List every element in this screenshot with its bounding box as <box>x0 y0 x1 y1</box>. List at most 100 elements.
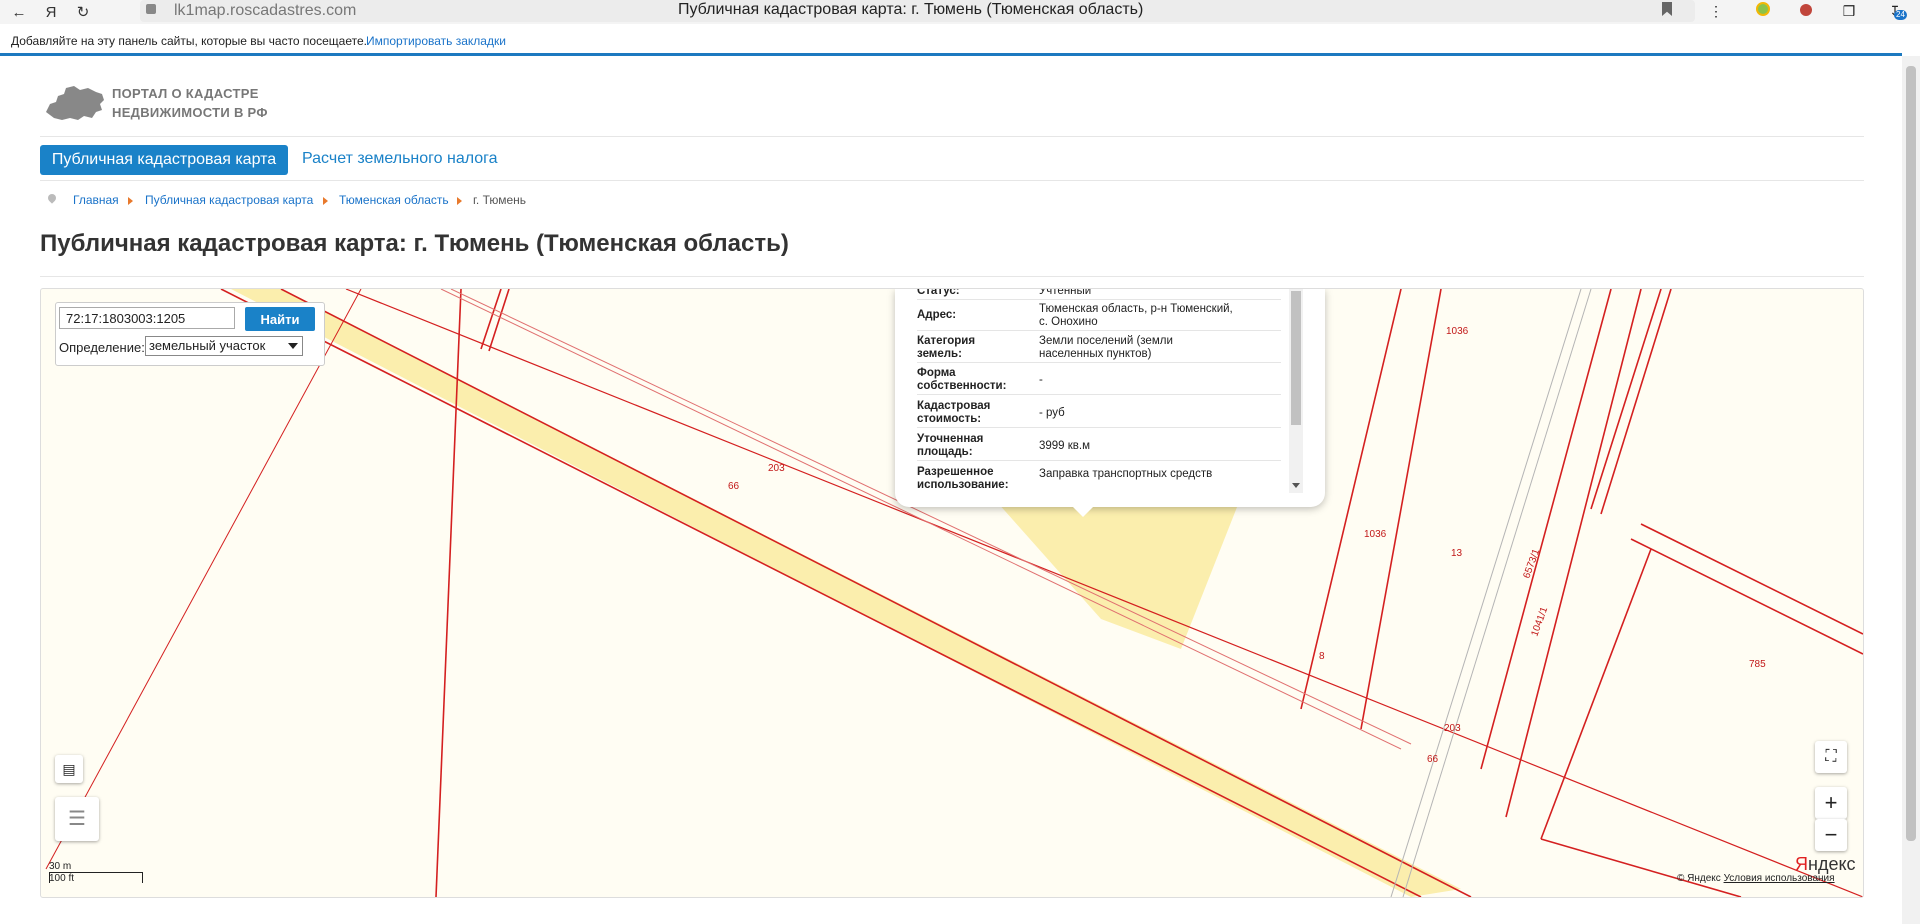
find-button[interactable]: Найти <box>245 307 315 331</box>
popup-pointer <box>1071 505 1095 517</box>
breadcrumb-home[interactable]: Главная <box>73 193 119 207</box>
parcel-boundary <box>1505 289 1642 818</box>
popup-value: - <box>1039 374 1043 386</box>
bookmarks-hint: Добавляйте на эту панель сайты, которые … <box>11 34 367 48</box>
popup-row-category: Категория земель: Земли поселений (земли н… <box>917 334 1281 363</box>
map-scale: 30 m 100 ft <box>49 861 143 884</box>
cadastral-map[interactable]: 54 203 66 1036 1036 13 6573/1 1041/1 8 7… <box>40 288 1864 898</box>
page-scrollbar-thumb[interactable] <box>1906 66 1916 841</box>
popup-row-usage: Разрешенное использование: Заправка транс… <box>917 465 1281 493</box>
ruler-icon[interactable]: ▤ <box>55 755 83 783</box>
tabs-divider <box>40 180 1864 181</box>
parcel-label: 1041/1 <box>1529 605 1550 638</box>
tab-land-tax[interactable]: Расчет земельного налога <box>302 150 498 168</box>
popup-value: Земли поселений (земли населенных пунктов… <box>1039 335 1173 360</box>
terms-link[interactable]: Условия использования <box>1724 873 1835 884</box>
map-copyright: © Яндекс Условия использования <box>1677 873 1835 884</box>
popup-row-ownership: Форма собственности: - <box>917 366 1281 395</box>
yandex-home-icon[interactable]: Я <box>38 0 64 24</box>
page-top-border <box>0 53 1902 56</box>
breadcrumb-city: г. Тюмень <box>473 193 527 207</box>
yandex-logo-rest: ндекс <box>1808 854 1856 874</box>
definition-label: Определение: <box>59 340 145 355</box>
breadcrumb-arrow-icon <box>323 197 328 205</box>
scale-feet: 100 ft <box>49 873 75 884</box>
copyright-text: © Яндекс <box>1677 873 1721 884</box>
location-pin-icon <box>46 192 58 204</box>
breadcrumb-arrow-icon <box>457 197 462 205</box>
menu-dots-icon[interactable]: ⋮ <box>1707 2 1725 20</box>
logo-line-2: НЕДВИЖИМОСТИ В РФ <box>112 105 268 120</box>
parcel-boundary <box>45 289 362 870</box>
scale-meters: 30 m <box>49 861 72 872</box>
downloads-badge: 24 <box>1894 10 1907 20</box>
header-divider <box>40 136 1864 137</box>
scroll-down-arrow-icon[interactable] <box>1292 483 1300 488</box>
parcel-boundary <box>1640 523 1863 635</box>
extension-avatar-icon[interactable] <box>1797 2 1815 20</box>
zoom-in-button[interactable]: + <box>1815 787 1847 819</box>
parcel-boundary <box>1630 538 1863 655</box>
popup-scrollbar[interactable] <box>1289 289 1303 493</box>
parcel-boundary <box>1480 289 1612 770</box>
cadastral-number-input[interactable] <box>59 307 235 329</box>
popup-scrollbar-thumb[interactable] <box>1291 291 1301 425</box>
popup-key: Кадастровая стоимость: <box>917 400 991 425</box>
breadcrumb-cadastral-map[interactable]: Публичная кадастровая карта <box>145 193 313 207</box>
parcel-info-popup: Статус: Учтенный Адрес: Тюменская област… <box>895 289 1325 507</box>
parcel-label: 66 <box>1427 754 1439 765</box>
popup-value: Тюменская область, р-н Тюменский, с. Онох… <box>1039 303 1233 328</box>
url-text[interactable]: lk1map.roscadastres.com <box>174 2 356 20</box>
tab-cadastral-map[interactable]: Публичная кадастровая карта <box>40 145 288 175</box>
title-divider <box>40 276 1864 277</box>
parcel-label: 203 <box>768 463 785 474</box>
popup-row-address: Адрес: Тюменская область, р-н Тюменский,… <box>917 302 1281 331</box>
bookmarks-bar: Добавляйте на эту панель сайты, которые … <box>0 30 1920 52</box>
import-bookmarks-link[interactable]: Импортировать закладки <box>366 34 506 48</box>
yandex-logo-y: Я <box>1795 854 1808 874</box>
popup-row-area: Уточненная площадь: 3999 кв.м <box>917 432 1281 461</box>
popup-key: Уточненная площадь: <box>917 433 984 458</box>
parcel-boundary <box>1360 289 1442 730</box>
downloads-icon[interactable]: ↧24 <box>1886 2 1907 20</box>
breadcrumb-arrow-icon <box>128 197 133 205</box>
chevron-down-icon <box>288 343 298 349</box>
extension-green-icon[interactable] <box>1754 2 1772 20</box>
back-arrow-icon[interactable]: ← <box>6 0 32 24</box>
popup-value: Заправка транспортных средств <box>1039 468 1213 480</box>
parcel-label: 66 <box>728 481 740 492</box>
popup-key: Форма собственности: <box>917 367 1007 392</box>
zoom-out-button[interactable]: − <box>1815 819 1847 851</box>
parcel-label: 8 <box>1319 651 1325 662</box>
parcel-label: 1036 <box>1364 529 1387 540</box>
popup-key: Адрес: <box>917 309 957 321</box>
popup-row-status: Статус: Учтенный <box>917 288 1281 300</box>
parcel-boundary <box>1540 838 1742 897</box>
russia-map-logo-icon[interactable] <box>44 82 106 122</box>
parcel-label: 785 <box>1749 659 1766 670</box>
popup-value: - руб <box>1039 407 1065 419</box>
popup-value: 3999 кв.м <box>1039 440 1091 452</box>
popup-key: Категория земель: <box>917 335 976 360</box>
logo-line-1: ПОРТАЛ О КАДАСТРЕ <box>112 86 259 101</box>
reload-icon[interactable]: ↻ <box>70 0 96 24</box>
collections-icon[interactable]: ❒ <box>1840 2 1858 20</box>
parcel-label: 13 <box>1451 548 1463 559</box>
popup-row-cost: Кадастровая стоимость: - руб <box>917 399 1281 428</box>
lock-icon <box>146 4 156 14</box>
parcel-label: 6573/1 <box>1521 547 1542 580</box>
parcel-label: 1036 <box>1446 326 1469 337</box>
breadcrumb-region[interactable]: Тюменская область <box>339 193 449 207</box>
definition-select-value: земельный участок <box>149 338 266 353</box>
page-title: Публичная кадастровая карта: г. Тюмень (… <box>40 230 789 257</box>
layers-icon[interactable]: ☰ <box>55 797 99 841</box>
popup-value: Учтенный <box>1039 288 1092 297</box>
popup-key: Разрешенное использование: <box>917 466 1009 491</box>
site-logo-text[interactable]: ПОРТАЛ О КАДАСТРЕ НЕДВИЖИМОСТИ В РФ <box>112 84 268 122</box>
yandex-logo[interactable]: Яндекс <box>1795 854 1856 875</box>
fullscreen-icon[interactable]: ⛶ <box>1815 741 1847 773</box>
parcel-label: 203 <box>1444 723 1461 734</box>
parcel-boundary <box>1540 548 1652 840</box>
tab-title: Публичная кадастровая карта: г. Тюмень (… <box>678 1 1144 18</box>
definition-select[interactable]: земельный участок <box>145 336 303 356</box>
